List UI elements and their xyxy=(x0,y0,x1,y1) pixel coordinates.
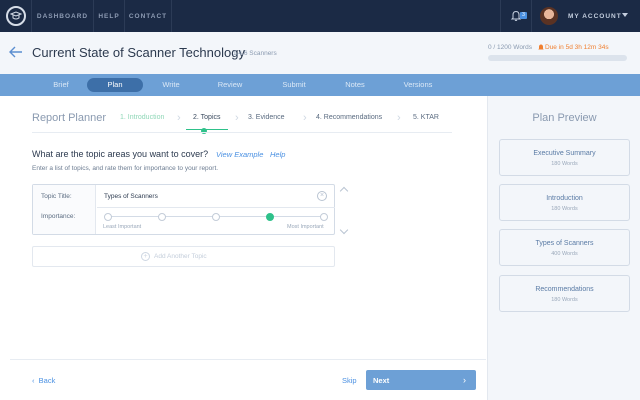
tab-write[interactable]: Write xyxy=(150,74,192,96)
topic-card: Topic Title: Types of Scanners × Importa… xyxy=(32,184,335,235)
logo-icon[interactable] xyxy=(0,0,32,32)
notifications-button[interactable]: 3 xyxy=(500,0,532,32)
notification-badge: 3 xyxy=(520,12,527,19)
tab-brief[interactable]: Brief xyxy=(40,74,82,96)
add-topic-button[interactable]: + Add Another Topic xyxy=(32,246,335,267)
section-title: Executive Summary xyxy=(533,150,596,157)
step-ktar[interactable]: 5. KTAR xyxy=(413,114,439,121)
chevron-right-icon: › xyxy=(303,112,307,124)
section-title: Types of Scanners xyxy=(535,240,594,247)
preview-section-card[interactable]: Executive Summary 180 Words xyxy=(499,139,630,176)
help-link[interactable]: Help xyxy=(270,150,285,159)
importance-option-1[interactable] xyxy=(104,213,112,221)
plan-preview-panel: Plan Preview Executive Summary 180 Words… xyxy=(487,96,640,400)
importance-label: Importance: xyxy=(41,213,76,220)
nav-contact[interactable]: CONTACT xyxy=(125,0,172,32)
chevron-right-icon: › xyxy=(235,112,239,124)
plan-preview-title: Plan Preview xyxy=(532,112,597,124)
section-words: 180 Words xyxy=(551,161,578,167)
most-important-label: Most Important xyxy=(287,224,324,230)
topic-hint: Enter a list of topics, and rate them fo… xyxy=(32,165,219,172)
step-topics[interactable]: 2. Topics xyxy=(193,114,221,121)
chevron-right-icon: › xyxy=(397,112,401,124)
next-button[interactable]: Next › xyxy=(366,370,476,390)
add-topic-label: Add Another Topic xyxy=(154,253,207,260)
topic-question: What are the topic areas you want to cov… xyxy=(32,149,209,159)
word-progress-bar xyxy=(488,55,627,61)
topic-title-input[interactable]: Types of Scanners xyxy=(104,193,158,200)
back-button[interactable]: ‹ Back xyxy=(32,376,55,385)
chevron-down-icon[interactable] xyxy=(339,225,349,235)
document-subtitle: 1.4.6 Scanners xyxy=(233,50,277,57)
importance-option-5[interactable] xyxy=(320,213,328,221)
nav-dashboard[interactable]: DASHBOARD xyxy=(32,0,94,32)
due-timer: Due in 5d 3h 12m 34s xyxy=(545,44,609,51)
step-introduction[interactable]: 1. Introduction xyxy=(120,114,164,121)
skip-button[interactable]: Skip xyxy=(342,376,357,385)
chevron-right-icon: › xyxy=(177,112,181,124)
divider xyxy=(97,207,335,208)
tab-notes[interactable]: Notes xyxy=(334,74,376,96)
current-step-underline xyxy=(186,129,228,130)
tab-versions[interactable]: Versions xyxy=(396,74,440,96)
next-label: Next xyxy=(373,376,390,385)
tab-review[interactable]: Review xyxy=(208,74,252,96)
avatar[interactable] xyxy=(540,7,558,25)
importance-option-3[interactable] xyxy=(212,213,220,221)
tab-submit[interactable]: Submit xyxy=(272,74,316,96)
clock-icon xyxy=(538,44,544,50)
tab-plan[interactable]: Plan xyxy=(87,78,143,92)
back-label: Back xyxy=(38,376,56,385)
back-arrow-icon[interactable] xyxy=(8,44,24,60)
topic-title-label: Topic Title: xyxy=(41,193,72,200)
chevron-down-icon[interactable] xyxy=(622,13,628,17)
preview-section-card[interactable]: Introduction 180 Words xyxy=(499,184,630,221)
section-title: Introduction xyxy=(546,195,583,202)
divider xyxy=(10,359,486,360)
top-nav: DASHBOARD HELP CONTACT 3 MY ACCOUNT xyxy=(0,0,640,32)
planner-title: Report Planner xyxy=(32,112,106,124)
tab-bar: Brief Plan Write Review Submit Notes Ver… xyxy=(0,74,640,96)
view-example-link[interactable]: View Example xyxy=(216,150,263,159)
plus-icon: + xyxy=(141,252,150,261)
least-important-label: Least Important xyxy=(103,224,142,230)
preview-section-card[interactable]: Types of Scanners 400 Words xyxy=(499,229,630,266)
step-recommendations[interactable]: 4. Recommendations xyxy=(316,114,382,121)
section-title: Recommendations xyxy=(535,286,594,293)
section-words: 400 Words xyxy=(551,251,578,257)
preview-section-card[interactable]: Recommendations 180 Words xyxy=(499,275,630,312)
clear-icon[interactable]: × xyxy=(317,191,327,201)
step-evidence[interactable]: 3. Evidence xyxy=(248,114,285,121)
chevron-left-icon: ‹ xyxy=(32,376,39,385)
chevron-up-icon[interactable] xyxy=(339,186,349,196)
importance-option-4[interactable] xyxy=(266,213,274,221)
word-count: 0 / 1200 Words xyxy=(488,44,532,51)
document-header: Current State of Scanner Technology 1.4.… xyxy=(0,32,640,74)
account-menu[interactable]: MY ACCOUNT xyxy=(568,0,622,32)
divider xyxy=(32,132,452,133)
page-title: Current State of Scanner Technology xyxy=(32,45,245,60)
current-step-indicator xyxy=(201,128,207,134)
chevron-right-icon: › xyxy=(463,375,466,385)
section-words: 180 Words xyxy=(551,206,578,212)
importance-option-2[interactable] xyxy=(158,213,166,221)
nav-help[interactable]: HELP xyxy=(94,0,125,32)
section-words: 180 Words xyxy=(551,297,578,303)
